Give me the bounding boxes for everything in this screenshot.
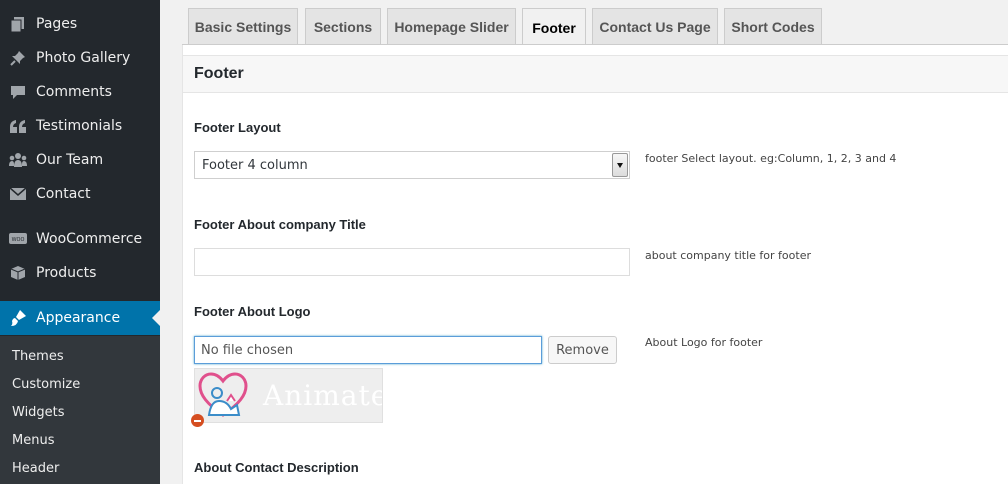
submenu-item-customize[interactable]: Customize <box>12 377 80 392</box>
sidebar-item-our-team[interactable]: Our Team <box>0 143 160 177</box>
footer-layout-label: Footer Layout <box>194 120 281 135</box>
submenu-item-menus[interactable]: Menus <box>12 433 54 448</box>
brush-icon <box>9 309 27 327</box>
sidebar-item-label: Photo Gallery <box>36 50 131 66</box>
sidebar-item-contact[interactable]: Contact <box>0 177 160 211</box>
comment-icon <box>9 83 27 101</box>
sidebar-item-products[interactable]: Products <box>0 256 160 290</box>
sidebar-item-testimonials[interactable]: Testimonials <box>0 109 160 143</box>
contact-description-label: About Contact Description <box>194 460 359 475</box>
about-title-input[interactable] <box>194 248 630 276</box>
footer-layout-select[interactable]: Footer 4 column <box>194 151 630 179</box>
groups-icon <box>9 151 27 169</box>
admin-sidebar: Pages Photo Gallery Comments Testimonial… <box>0 0 160 484</box>
footer-layout-value: Footer 4 column <box>202 158 308 173</box>
cube-icon <box>9 264 27 282</box>
footer-settings-panel: Footer Footer Layout Footer 4 column foo… <box>182 45 1008 484</box>
submenu-item-themes[interactable]: Themes <box>12 349 64 364</box>
panel-header: Footer <box>183 55 1008 93</box>
sidebar-item-woocommerce[interactable]: WOO WooCommerce <box>0 222 160 256</box>
remove-circle-icon[interactable] <box>191 414 204 427</box>
sidebar-item-pages[interactable]: Pages <box>0 7 160 41</box>
submenu-item-header[interactable]: Header <box>12 461 59 476</box>
sidebar-item-photo-gallery[interactable]: Photo Gallery <box>0 41 160 75</box>
sidebar-item-label: Products <box>36 265 97 281</box>
tab-homepage-slider[interactable]: Homepage Slider <box>387 8 516 44</box>
panel-title: Footer <box>194 65 244 82</box>
about-title-label: Footer About company Title <box>194 217 366 232</box>
woo-icon: WOO <box>9 230 27 248</box>
pin-icon <box>9 49 27 67</box>
chevron-down-icon[interactable] <box>612 153 628 177</box>
submenu-item-widgets[interactable]: Widgets <box>12 405 65 420</box>
sidebar-item-label: Appearance <box>36 310 121 326</box>
sidebar-item-label: Our Team <box>36 152 104 168</box>
sidebar-item-appearance[interactable]: Appearance <box>0 301 160 335</box>
email-icon <box>9 185 27 203</box>
settings-tabs: Basic Settings Sections Homepage Slider … <box>160 0 1008 46</box>
sidebar-item-label: Pages <box>36 16 78 32</box>
remove-logo-button[interactable]: Remove <box>548 336 617 364</box>
tab-sections[interactable]: Sections <box>305 8 381 44</box>
logo-preview-text: Animate <box>263 379 383 412</box>
tab-short-codes[interactable]: Short Codes <box>724 8 822 44</box>
tab-basic-settings[interactable]: Basic Settings <box>188 8 298 44</box>
sidebar-item-label: WooCommerce <box>36 231 143 247</box>
pet-logo-icon <box>198 372 248 417</box>
appearance-submenu: Themes Customize Widgets Menus Header <box>0 336 160 484</box>
svg-text:WOO: WOO <box>12 237 25 243</box>
footer-layout-help: footer Select layout. eg:Column, 1, 2, 3… <box>645 152 897 165</box>
about-logo-input[interactable] <box>194 336 542 364</box>
sidebar-item-label: Contact <box>36 186 91 202</box>
about-title-help: about company title for footer <box>645 249 811 262</box>
sidebar-item-comments[interactable]: Comments <box>0 75 160 109</box>
pages-icon <box>9 15 27 33</box>
sidebar-item-label: Testimonials <box>36 118 123 134</box>
about-logo-label: Footer About Logo <box>194 304 311 319</box>
quote-icon <box>9 117 27 135</box>
sidebar-item-label: Comments <box>36 84 112 100</box>
tab-footer[interactable]: Footer <box>522 8 586 46</box>
tab-contact-us-page[interactable]: Contact Us Page <box>592 8 718 44</box>
about-logo-help: About Logo for footer <box>645 336 763 349</box>
logo-preview: Animate <box>194 368 383 423</box>
